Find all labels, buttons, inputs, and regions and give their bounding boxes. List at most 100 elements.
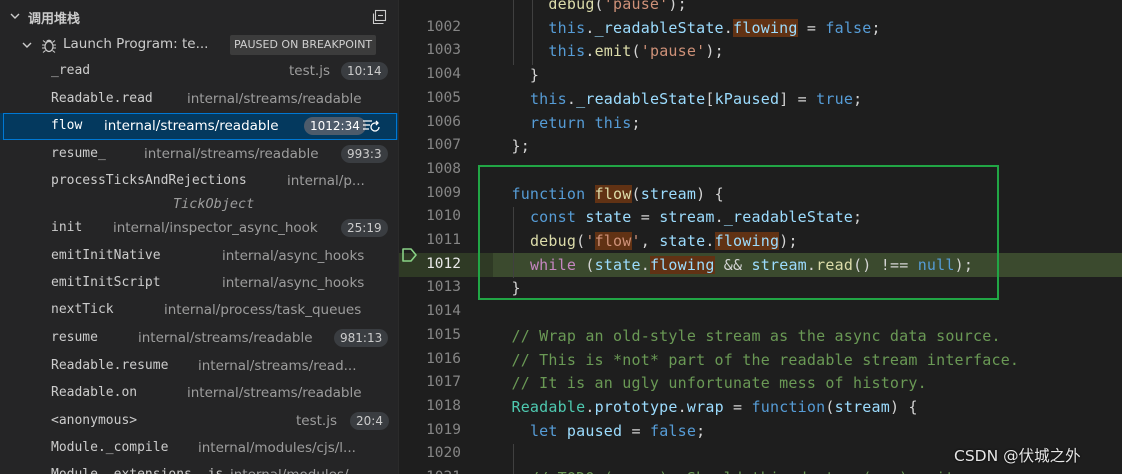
line-number[interactable]: 1003: [399, 42, 461, 58]
stack-frame-row[interactable]: flow internal/streams/readable 1012:34: [0, 113, 398, 140]
frame-function-name: init: [51, 220, 83, 235]
stack-frame-row[interactable]: Module._compile internal/modules/cjs/l...: [0, 435, 398, 462]
breakpoint-current-icon[interactable]: [401, 247, 419, 263]
stack-frame-row[interactable]: resume_ internal/streams/readable 993:3: [0, 141, 398, 168]
frame-position-badge: 981:13: [334, 329, 389, 347]
stack-frame-row[interactable]: Readable.on internal/streams/readable: [0, 380, 398, 407]
frame-source-path: internal/streams/readable: [104, 118, 279, 134]
code-line[interactable]: 1017 // It is an ugly unfortunate mess o…: [399, 371, 1122, 395]
line-number[interactable]: 1011: [399, 232, 461, 248]
code-line[interactable]: debug('pause');: [399, 0, 1122, 16]
frame-source-path: internal/process/task_queues: [164, 302, 362, 318]
stack-frame-row[interactable]: Module._extensions..js internal/modules/.…: [0, 462, 398, 474]
line-number[interactable]: 1016: [399, 351, 461, 367]
frame-source-path: test.js: [296, 413, 338, 429]
code-line[interactable]: 1003 this.emit('pause');: [399, 39, 1122, 63]
code-line[interactable]: 1021 // TODO (ronag): Should this.destro…: [399, 466, 1122, 474]
highlighted-function-box: [478, 165, 999, 300]
frame-source-path: internal/streams/readable: [187, 385, 362, 401]
code-line[interactable]: 1005 this._readableState[kPaused] = true…: [399, 87, 1122, 111]
call-stack-header[interactable]: 调用堆栈: [0, 0, 398, 33]
frame-function-name: nextTick: [51, 302, 114, 317]
line-number[interactable]: 1015: [399, 327, 461, 343]
line-code: debug('pause');: [548, 0, 687, 13]
code-line[interactable]: 1014: [399, 300, 1122, 324]
chevron-down-icon[interactable]: [8, 9, 22, 23]
collapse-all-icon[interactable]: [371, 9, 387, 25]
line-number[interactable]: 1014: [399, 303, 461, 319]
frame-source-path: internal/streams/readable: [144, 146, 319, 162]
line-code: this.emit('pause');: [548, 42, 724, 61]
stack-frame-row[interactable]: Readable.read internal/streams/readable: [0, 86, 398, 113]
line-code: // TODO (ronag): Should this.destroy(err…: [493, 469, 955, 474]
indent-guide: [513, 0, 514, 66]
line-code: Readable.prototype.wrap = function(strea…: [511, 397, 918, 416]
stack-frame-row[interactable]: emitInitScript internal/async_hooks: [0, 270, 398, 297]
frame-position-badge: 10:14: [341, 62, 388, 80]
line-number[interactable]: 1004: [399, 66, 461, 82]
line-number[interactable]: 1021: [399, 469, 461, 474]
code-line[interactable]: 1015 // Wrap an old-style stream as the …: [399, 324, 1122, 348]
frame-function-name: Module._extensions..js: [51, 467, 223, 474]
line-code: this._readableState.flowing = false;: [548, 18, 881, 37]
call-stack-title: 调用堆栈: [28, 12, 81, 27]
watermark-text: CSDN @伏城之外: [954, 447, 1081, 465]
stack-frame-row[interactable]: processTicksAndRejections internal/p...: [0, 168, 398, 195]
line-number[interactable]: 1013: [399, 279, 461, 295]
paused-status-badge: PAUSED ON BREAKPOINT: [230, 35, 377, 55]
stack-frame-row[interactable]: resume internal/streams/readable 981:13: [0, 325, 398, 352]
code-line[interactable]: 1004 }: [399, 63, 1122, 87]
line-number[interactable]: 1020: [399, 445, 461, 461]
frame-function-name: Readable.resume: [51, 358, 169, 373]
line-number[interactable]: 1019: [399, 422, 461, 438]
debug-bug-icon: [42, 39, 56, 53]
code-line[interactable]: 1018 Readable.prototype.wrap = function(…: [399, 395, 1122, 419]
line-code: // Wrap an old-style stream as the async…: [511, 326, 1001, 345]
code-line[interactable]: 1019 let paused = false;: [399, 419, 1122, 443]
code-line[interactable]: 1006 return this;: [399, 111, 1122, 135]
code-line[interactable]: 1002 this._readableState.flowing = false…: [399, 16, 1122, 40]
restart-frame-icon[interactable]: [362, 118, 382, 134]
frame-source-path: internal/async_hooks: [222, 275, 365, 291]
line-number[interactable]: 1007: [399, 137, 461, 153]
line-code: return this;: [529, 113, 641, 132]
frame-source-path: internal/inspector_async_hook: [113, 220, 318, 236]
thread-row[interactable]: Launch Program: te... PAUSED ON BREAKPOI…: [0, 33, 398, 57]
thread-name: Launch Program: te...: [63, 36, 209, 52]
frame-function-name: Readable.on: [51, 385, 138, 400]
frame-function-name: resume: [51, 330, 98, 345]
line-code: this._readableState[kPaused] = true;: [529, 89, 863, 108]
line-number[interactable]: 1006: [399, 114, 461, 130]
frame-position-badge: 20:4: [350, 412, 389, 430]
frame-function-name: processTicksAndRejections: [51, 173, 247, 188]
frame-function-name: emitInitNative: [51, 248, 161, 263]
frame-source-path: test.js: [289, 63, 331, 79]
frame-group-label-text: TickObject: [173, 196, 255, 212]
stack-frame-row[interactable]: <anonymous> test.js 20:4: [0, 408, 398, 435]
line-number[interactable]: 1002: [399, 19, 461, 35]
frame-source-path: internal/p...: [287, 173, 365, 189]
stack-frame-row[interactable]: emitInitNative internal/async_hooks: [0, 243, 398, 270]
stack-frame-row[interactable]: Readable.resume internal/streams/read...: [0, 353, 398, 380]
line-number[interactable]: 1010: [399, 208, 461, 224]
frame-position-badge: 993:3: [341, 145, 388, 163]
frame-function-name: _read: [51, 63, 91, 78]
stack-frame-row[interactable]: _read test.js 10:14: [0, 58, 398, 85]
stack-frame-row[interactable]: init internal/inspector_async_hook 25:19: [0, 215, 398, 242]
stack-frame-row[interactable]: nextTick internal/process/task_queues: [0, 297, 398, 324]
frame-position-badge: 25:19: [341, 219, 388, 237]
line-number[interactable]: 1018: [399, 398, 461, 414]
line-number[interactable]: 1008: [399, 161, 461, 177]
line-number[interactable]: 1005: [399, 90, 461, 106]
frame-source-path: internal/streams/read...: [198, 358, 357, 374]
line-code: }: [493, 66, 540, 85]
code-line[interactable]: 1007 };: [399, 134, 1122, 158]
code-line[interactable]: 1016 // This is *not* part of the readab…: [399, 348, 1122, 372]
frame-function-name: Readable.read: [51, 91, 153, 106]
frame-function-name: flow: [51, 118, 83, 133]
chevron-down-icon[interactable]: [20, 38, 34, 52]
line-code: };: [493, 137, 530, 156]
line-number[interactable]: 1009: [399, 185, 461, 201]
line-code: // This is *not* part of the readable st…: [511, 350, 1020, 369]
line-number[interactable]: 1017: [399, 374, 461, 390]
